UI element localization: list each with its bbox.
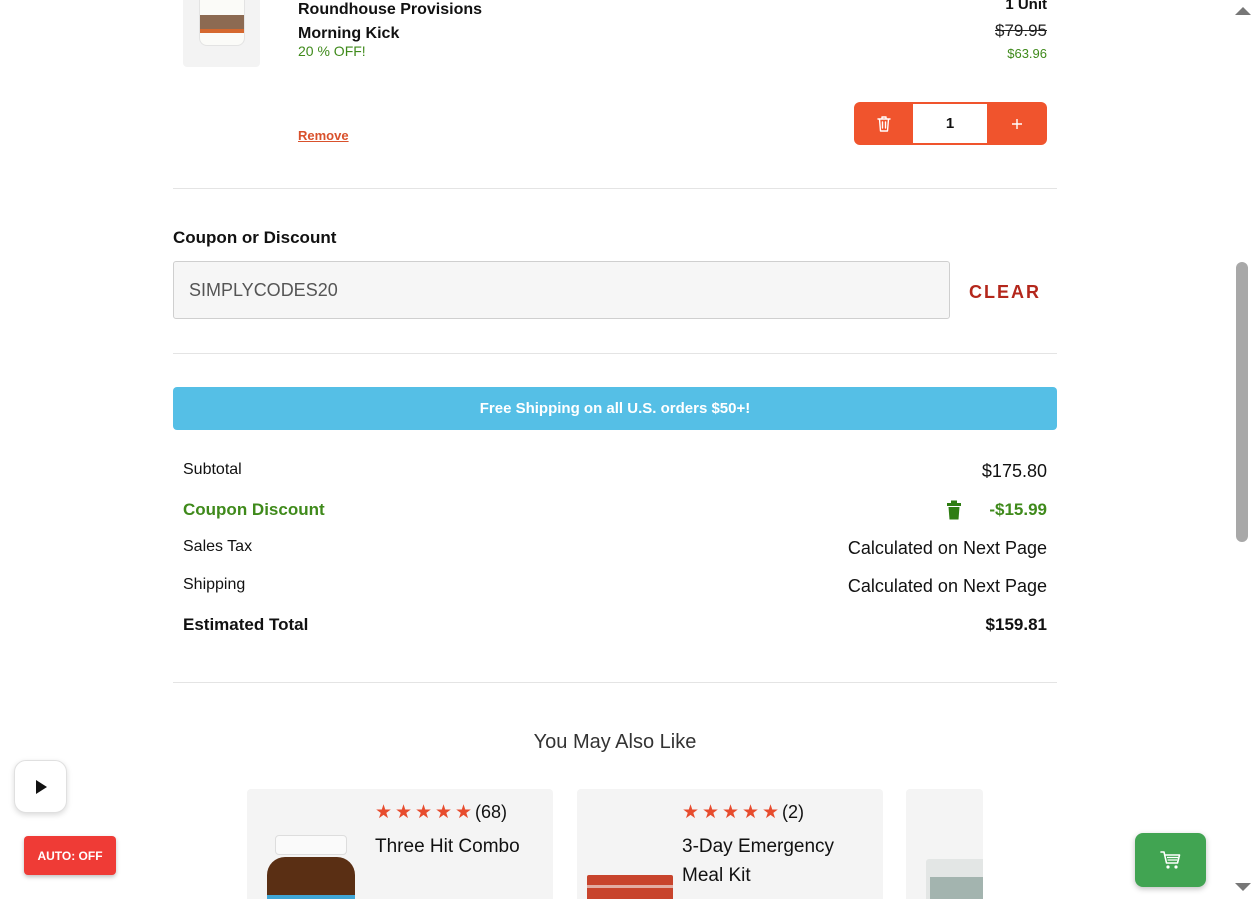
cart-button[interactable] [1135, 833, 1206, 887]
star-icon: ★ [762, 801, 780, 823]
sales-tax-value: Calculated on Next Page [847, 538, 1047, 558]
star-icon: ★ [742, 801, 760, 823]
recommendation-name[interactable]: 3-Day Emergency Meal Kit [682, 832, 877, 890]
sales-tax-label: Sales Tax [183, 538, 253, 555]
star-icon: ★ [415, 801, 433, 823]
product-discount-label: 20 % OFF! [298, 43, 366, 59]
estimated-total-value: $159.81 [985, 615, 1047, 634]
scroll-down-arrow-icon[interactable] [1235, 883, 1251, 891]
coupon-discount-label: Coupon Discount [183, 500, 325, 519]
recommendation-name[interactable]: Three Hit Combo [375, 832, 545, 861]
product-name[interactable]: Roundhouse Provisions Morning Kick [298, 0, 548, 46]
auto-toggle-button[interactable]: AUTO: OFF [24, 836, 116, 875]
quantity-increase-button[interactable] [987, 102, 1046, 145]
star-icon: ★ [722, 801, 740, 823]
rating-stars: ★ ★ ★ ★ ★ (68) [375, 802, 507, 823]
cart-icon [1159, 851, 1180, 869]
quantity-input[interactable] [913, 104, 987, 143]
clear-coupon-button[interactable]: CLEAR [969, 282, 1041, 303]
product-pouch-image [926, 859, 983, 899]
divider [173, 353, 1057, 354]
coupon-input[interactable] [173, 261, 950, 319]
product-jar-image [199, 0, 245, 46]
coupon-discount-value: -$15.99 [989, 500, 1047, 519]
product-meal-kit-image [587, 875, 673, 899]
trash-icon [876, 115, 891, 132]
star-icon: ★ [455, 801, 473, 823]
star-icon: ★ [395, 801, 413, 823]
star-icon: ★ [435, 801, 453, 823]
rating-count: (2) [782, 802, 804, 822]
recommendation-card-partial[interactable] [906, 789, 983, 899]
remove-coupon-trash-icon[interactable] [946, 500, 962, 520]
quantity-delete-button[interactable] [854, 102, 913, 145]
star-icon: ★ [702, 801, 720, 823]
scroll-up-arrow-icon[interactable] [1235, 7, 1251, 15]
plus-icon [1011, 118, 1022, 129]
estimated-total-label: Estimated Total [183, 615, 309, 634]
remove-link[interactable]: Remove [298, 128, 349, 143]
quantity-stepper [854, 102, 1047, 145]
product-bottle-image [263, 835, 358, 899]
rating-stars: ★ ★ ★ ★ ★ (2) [682, 802, 804, 823]
coupon-label: Coupon or Discount [173, 228, 337, 247]
subtotal-label: Subtotal [183, 461, 242, 478]
shipping-value: Calculated on Next Page [847, 576, 1047, 596]
play-button[interactable] [14, 760, 67, 813]
free-shipping-banner: Free Shipping on all U.S. orders $50+! [173, 387, 1057, 430]
scrollbar-thumb[interactable] [1236, 262, 1248, 542]
star-icon: ★ [682, 801, 700, 823]
product-sale-price: $63.96 [1007, 46, 1047, 61]
subtotal-value: $175.80 [981, 461, 1047, 481]
divider [173, 188, 1057, 189]
divider [173, 682, 1057, 683]
product-thumbnail[interactable] [183, 0, 260, 67]
product-original-price: $79.95 [995, 21, 1047, 40]
rating-count: (68) [475, 802, 508, 822]
recommendations-title: You May Also Like [533, 731, 697, 753]
play-icon [35, 779, 47, 794]
shipping-label: Shipping [183, 576, 246, 593]
star-icon: ★ [375, 801, 393, 823]
product-units: 1 Unit [1005, 0, 1047, 13]
